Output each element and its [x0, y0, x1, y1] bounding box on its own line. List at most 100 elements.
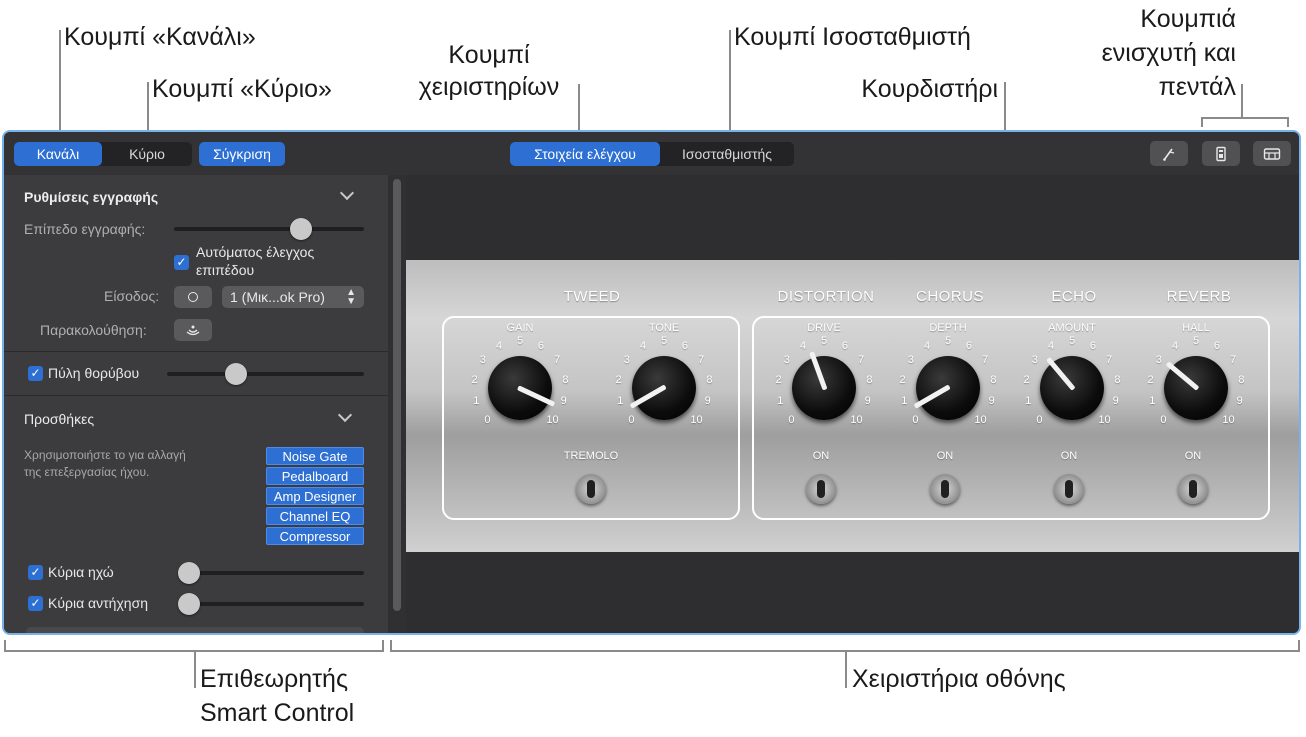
- callout-inspector-1: Επιθεωρητής: [200, 665, 348, 693]
- gain-tick-3: 3: [479, 353, 486, 366]
- plugin-compressor[interactable]: Compressor: [266, 527, 364, 545]
- recording-level-track[interactable]: [174, 227, 364, 231]
- eq-button[interactable]: Ισοσταθμιστής: [660, 142, 794, 166]
- callout-line-inspector: [194, 650, 196, 688]
- amount-tick-8: 8: [1114, 373, 1121, 386]
- chorus-toggle[interactable]: [930, 474, 960, 504]
- recording-settings-chevron-icon[interactable]: [339, 185, 355, 201]
- tone-tick-8: 8: [706, 373, 713, 386]
- plugin-noise-gate[interactable]: Noise Gate: [266, 447, 364, 465]
- gain-tick-2: 2: [471, 373, 478, 386]
- smart-control-inspector: Ρυθμίσεις εγγραφής Επίπεδο εγγραφής: ✓ Α…: [4, 175, 388, 633]
- channel-button[interactable]: Κανάλι: [14, 142, 102, 166]
- master-reverb-track[interactable]: [179, 602, 364, 606]
- drive-knob-pointer: [809, 351, 828, 391]
- chorus-label: CHORUS: [915, 288, 984, 305]
- gain-knob-pointer: [516, 385, 556, 407]
- gain-tick-1: 1: [473, 395, 480, 408]
- plugins-hint-2: της επεξεργασίας ήχου.: [24, 465, 150, 479]
- controls-button[interactable]: Στοιχεία ελέγχου: [510, 142, 660, 166]
- callout-channel-button: Κουμπί «Κανάλι»: [64, 23, 256, 51]
- hall-tick-9: 9: [1236, 395, 1243, 408]
- distortion-toggle[interactable]: [806, 474, 836, 504]
- compare-button[interactable]: Σύγκριση: [199, 142, 285, 166]
- auto-level-checkbox[interactable]: ✓: [174, 255, 189, 270]
- callout-tuner: Κουρδιστήρι: [861, 75, 998, 103]
- drive-tick-9: 9: [864, 395, 871, 408]
- recording-level-slider-knob[interactable]: [290, 218, 312, 240]
- input-label: Είσοδος:: [104, 288, 160, 304]
- monitoring-icon: [186, 325, 200, 336]
- plugin-pedalboard[interactable]: Pedalboard: [266, 467, 364, 485]
- gain-label: GAIN: [506, 322, 534, 334]
- depth-label: DEPTH: [929, 322, 967, 334]
- depth-knob[interactable]: [913, 356, 980, 420]
- master-reverb-checkbox[interactable]: ✓: [28, 596, 43, 611]
- plugins-chevron-icon[interactable]: [337, 407, 353, 423]
- tone-tick-0: 0: [628, 413, 635, 426]
- noise-gate-checkbox[interactable]: ✓: [28, 366, 43, 381]
- amount-knob[interactable]: [1040, 356, 1104, 420]
- depth-knob-pointer: [913, 384, 951, 409]
- gain-knob[interactable]: [488, 356, 556, 420]
- monitoring-button[interactable]: [174, 319, 212, 341]
- hall-knob-pointer: [1165, 361, 1200, 391]
- gain-tick-10: 10: [546, 413, 559, 426]
- hall-tick-5: 5: [1192, 335, 1200, 347]
- drive-tick-2: 2: [775, 373, 782, 386]
- callout-line-amp-r: [1287, 117, 1289, 127]
- tone-tick-1: 1: [617, 395, 624, 408]
- bracket-screen-l: [390, 640, 392, 652]
- plugin-channel-eq[interactable]: Channel EQ: [266, 507, 364, 525]
- noise-gate-track[interactable]: [167, 372, 364, 376]
- distortion-toggle-lever: [817, 480, 825, 498]
- tuner-button[interactable]: [1150, 141, 1188, 166]
- tone-tick-10: 10: [690, 413, 703, 426]
- inspector-scroll-thumb[interactable]: [393, 179, 401, 611]
- input-format-button[interactable]: [174, 286, 212, 308]
- bracket-inspector-l: [4, 640, 6, 652]
- hall-tick-6: 6: [1213, 340, 1220, 352]
- drive-knob[interactable]: [792, 351, 856, 420]
- amp-icon: [1216, 146, 1226, 161]
- master-button[interactable]: Κύριο: [102, 142, 192, 166]
- divider-2: [4, 395, 388, 396]
- gain-tick-6: 6: [537, 340, 544, 352]
- updown-chevron-icon: ▲ ▼: [346, 287, 356, 307]
- plugins-hint-1: Χρησιμοποιήστε το για αλλαγή: [24, 448, 186, 462]
- master-echo-track[interactable]: [179, 571, 364, 575]
- plugins-title: Προσθήκες: [24, 411, 95, 427]
- amp-button[interactable]: [1202, 141, 1240, 166]
- amount-tick-6: 6: [1089, 340, 1096, 352]
- callout-eq-button: Κουμπί Ισοσταθμιστή: [734, 23, 971, 51]
- gain-tick-5: 5: [516, 335, 524, 347]
- hall-knob[interactable]: [1164, 356, 1228, 420]
- reverb-toggle[interactable]: [1178, 474, 1208, 504]
- reverb-on-label: ON: [1184, 450, 1202, 462]
- chorus-toggle-lever: [941, 480, 949, 498]
- input-select[interactable]: 1 (Μικ...ok Pro) ▲ ▼: [222, 286, 364, 308]
- pedalboard-icon: [1263, 147, 1281, 160]
- master-echo-slider-knob[interactable]: [178, 562, 200, 584]
- depth-tick-2: 2: [899, 373, 906, 386]
- inspector-scrollbar[interactable]: [388, 175, 406, 633]
- plugin-amp-designer[interactable]: Amp Designer: [266, 487, 364, 505]
- tone-knob[interactable]: [629, 356, 696, 420]
- bracket-screen-r: [1298, 640, 1300, 652]
- tremolo-toggle[interactable]: [576, 474, 606, 504]
- tone-label: TONE: [648, 322, 680, 334]
- master-reverb-slider-knob[interactable]: [178, 593, 200, 615]
- echo-toggle[interactable]: [1054, 474, 1084, 504]
- auto-level-label-1: Αυτόματος έλεγχος: [196, 244, 315, 260]
- amount-tick-7: 7: [1106, 353, 1113, 366]
- noise-gate-slider-knob[interactable]: [225, 363, 247, 385]
- callout-master-button: Κουμπί «Κύριο»: [152, 75, 332, 103]
- hall-tick-1: 1: [1149, 395, 1156, 408]
- pedalboard-button[interactable]: [1253, 141, 1291, 166]
- callout-controls-button-2: χειριστηρίων: [418, 73, 560, 101]
- gain-tick-0: 0: [484, 413, 491, 426]
- master-echo-checkbox[interactable]: ✓: [28, 565, 43, 580]
- hall-tick-3: 3: [1155, 353, 1162, 366]
- callout-line-amp-h: [1201, 117, 1289, 119]
- hall-tick-7: 7: [1230, 353, 1237, 366]
